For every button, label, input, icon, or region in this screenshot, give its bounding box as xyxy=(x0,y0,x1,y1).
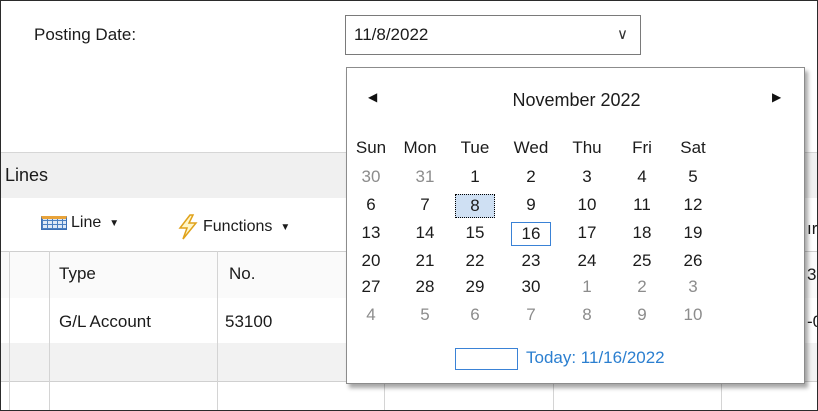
calendar-day[interactable]: 25 xyxy=(622,250,662,272)
calendar-day[interactable]: 22 xyxy=(455,250,495,272)
calendar-day[interactable]: 17 xyxy=(567,222,607,244)
calendar-day[interactable]: 27 xyxy=(351,276,391,298)
calendar-day[interactable]: 18 xyxy=(622,222,662,244)
calendar-day[interactable]: 3 xyxy=(567,166,607,188)
calendar-day[interactable]: 30 xyxy=(511,276,551,298)
calendar-popup: ◀ November 2022 ▶ Sun Mon Tue Wed Thu Fr… xyxy=(346,67,805,384)
posting-date-label: Posting Date: xyxy=(34,25,137,44)
calendar-day[interactable]: 13 xyxy=(351,222,391,244)
calendar-day[interactable]: 4 xyxy=(351,304,391,326)
calendar-day[interactable]: 26 xyxy=(673,250,713,272)
caret-down-icon: ▼ xyxy=(280,221,291,233)
calendar-day[interactable]: 7 xyxy=(405,194,445,216)
calendar-day[interactable]: 14 xyxy=(405,222,445,244)
calendar-day[interactable]: 2 xyxy=(622,276,662,298)
calendar-day[interactable]: 2 xyxy=(511,166,551,188)
functions-menu-label: Functions xyxy=(203,218,273,235)
calendar-day[interactable]: 5 xyxy=(405,304,445,326)
calendar-day[interactable]: 5 xyxy=(673,166,713,188)
column-header-type[interactable]: Type xyxy=(59,264,96,284)
calendar-day[interactable]: 19 xyxy=(673,222,713,244)
line-menu-label: Line xyxy=(71,214,102,231)
weekday-sun: Sun xyxy=(355,138,387,157)
grid-icon xyxy=(41,216,67,230)
calendar-day[interactable]: 31 xyxy=(405,166,445,188)
partial-toolbar-text: ır xyxy=(807,219,818,238)
calendar-day[interactable]: 4 xyxy=(622,166,662,188)
calendar-day[interactable]: 8 xyxy=(455,194,495,218)
calendar-day[interactable]: 10 xyxy=(673,304,713,326)
app-frame: Posting Date: 11/8/2022 ∨ Lines Line ▼ F… xyxy=(0,0,818,411)
calendar-day[interactable]: 11 xyxy=(622,194,662,216)
calendar-day[interactable]: 3 xyxy=(673,276,713,298)
column-header-no[interactable]: No. xyxy=(229,264,255,284)
calendar-day[interactable]: 29 xyxy=(455,276,495,298)
weekday-wed: Wed xyxy=(513,138,549,157)
partial-header-text: 3S xyxy=(807,265,817,284)
calendar-month-title[interactable]: November 2022 xyxy=(347,90,806,111)
calendar-day[interactable]: 7 xyxy=(511,304,551,326)
calendar-day[interactable]: 20 xyxy=(351,250,391,272)
chevron-down-icon[interactable]: ∨ xyxy=(617,25,628,43)
cell-type[interactable]: G/L Account xyxy=(59,312,151,332)
weekday-sat: Sat xyxy=(680,138,706,157)
posting-date-value[interactable]: 11/8/2022 xyxy=(354,25,428,45)
calendar-day[interactable]: 28 xyxy=(405,276,445,298)
calendar-day[interactable]: 8 xyxy=(567,304,607,326)
next-month-icon[interactable]: ▶ xyxy=(772,90,781,104)
grid-divider xyxy=(217,251,218,410)
lines-title: Lines xyxy=(5,165,49,185)
caret-down-icon: ▼ xyxy=(109,217,120,229)
calendar-day[interactable]: 23 xyxy=(511,250,551,272)
grid-divider xyxy=(9,251,10,410)
weekday-fri: Fri xyxy=(632,138,652,157)
calendar-day[interactable]: 6 xyxy=(455,304,495,326)
today-indicator-box xyxy=(455,348,518,370)
grid-divider xyxy=(49,251,50,410)
calendar-day[interactable]: 16 xyxy=(511,222,551,246)
calendar-day[interactable]: 30 xyxy=(351,166,391,188)
calendar-day[interactable]: 9 xyxy=(622,304,662,326)
today-link[interactable]: Today: 11/16/2022 xyxy=(526,348,665,368)
partial-cell-text: -0 xyxy=(807,312,817,331)
weekday-mon: Mon xyxy=(403,138,437,157)
calendar-day[interactable]: 15 xyxy=(455,222,495,244)
cell-no[interactable]: 53100 xyxy=(225,312,272,332)
calendar-day[interactable]: 21 xyxy=(405,250,445,272)
lightning-icon xyxy=(178,214,198,240)
calendar-day[interactable]: 1 xyxy=(567,276,607,298)
calendar-day[interactable]: 6 xyxy=(351,194,391,216)
posting-date-field[interactable]: 11/8/2022 ∨ xyxy=(345,15,641,55)
calendar-day[interactable]: 1 xyxy=(455,166,495,188)
calendar-day[interactable]: 10 xyxy=(567,194,607,216)
calendar-day[interactable]: 12 xyxy=(673,194,713,216)
weekday-thu: Thu xyxy=(572,138,602,157)
weekday-tue: Tue xyxy=(460,138,490,157)
functions-menu-button[interactable]: Functions ▼ xyxy=(177,214,290,240)
calendar-day[interactable]: 9 xyxy=(511,194,551,216)
calendar-day[interactable]: 24 xyxy=(567,250,607,272)
line-menu-button[interactable]: Line ▼ xyxy=(41,214,119,232)
